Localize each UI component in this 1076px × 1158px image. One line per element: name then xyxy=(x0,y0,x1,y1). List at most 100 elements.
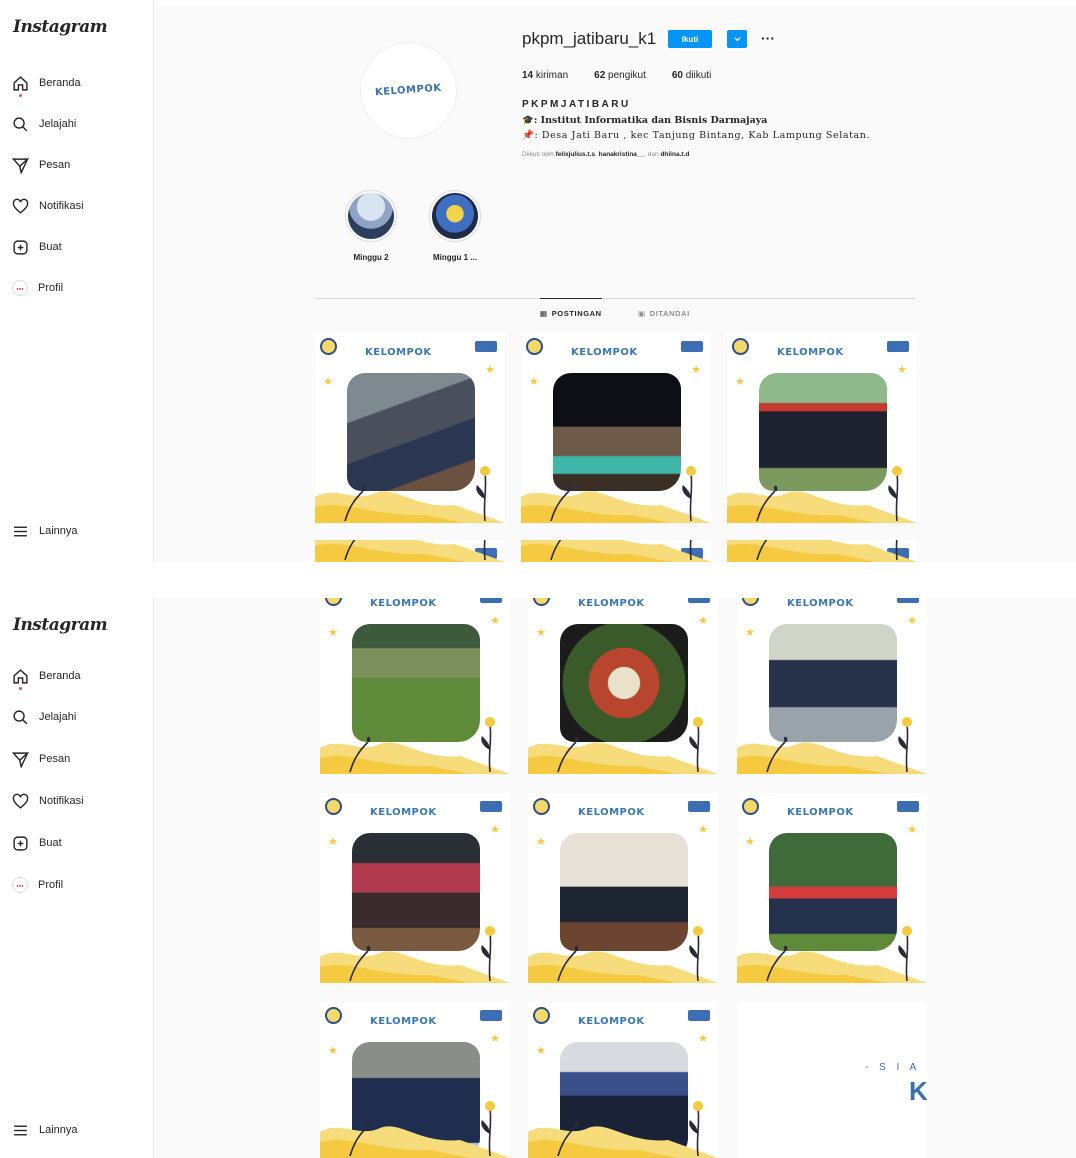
post-tile[interactable]: KELOMPOK ★ ★ xyxy=(528,793,718,983)
story-highlight[interactable]: Minggu 1 ... xyxy=(427,190,483,262)
sidebar-item-label: Profil xyxy=(38,879,64,891)
post-frame-title: KELOMPOK xyxy=(370,1016,437,1027)
followers-count[interactable]: 62 pengikut xyxy=(594,70,646,81)
search-icon xyxy=(12,709,29,726)
sidebar-item-lainnya[interactable]: Lainnya xyxy=(12,1119,78,1141)
star-icon: ★ xyxy=(698,1033,708,1045)
campus-logo-icon xyxy=(533,798,550,815)
bio-line-institution: 🎓: Institut Informatika dan Bisnis Darma… xyxy=(522,115,768,126)
kampus-merdeka-logo-icon xyxy=(688,598,710,603)
sidebar-item-jelajahi[interactable]: Jelajahi xyxy=(12,113,76,135)
highlight-ring xyxy=(429,190,481,242)
sidebar-item-lainnya[interactable]: Lainnya xyxy=(12,520,78,542)
post-frame-title: KELOMPOK xyxy=(578,598,645,609)
plant-decoration-icon xyxy=(481,1101,495,1156)
plant-decoration-icon xyxy=(476,466,490,521)
notification-dot xyxy=(19,686,22,690)
plant-decoration-icon xyxy=(689,1101,703,1156)
campus-logo-icon xyxy=(325,598,342,606)
star-icon: ★ xyxy=(698,824,708,836)
sidebar-item-pesan[interactable]: Pesan xyxy=(12,154,70,176)
kampus-merdeka-logo-icon xyxy=(887,341,909,352)
follow-button[interactable]: Ikuti xyxy=(668,30,712,48)
star-icon: ★ xyxy=(691,364,701,376)
sidebar: Instagram Beranda Jelajahi Pesan Notifik… xyxy=(0,0,154,562)
campus-logo-icon xyxy=(533,598,550,606)
send-icon xyxy=(12,157,29,174)
post-tile[interactable]: KELOMPOK ★ ★ xyxy=(315,333,505,523)
kampus-merdeka-logo-icon xyxy=(480,801,502,812)
bio-line-location: 📌: Desa Jati Baru , kec Tanjung Bintang,… xyxy=(522,130,871,141)
post-frame-title: KELOMPOK xyxy=(571,347,638,358)
post-tile[interactable]: KELOMPOK ★ ★ xyxy=(528,1002,718,1158)
sidebar-item-label: Buat xyxy=(39,241,62,253)
star-icon: ★ xyxy=(485,364,495,376)
more-options-button[interactable]: ··· xyxy=(757,29,779,47)
sidebar-item-label: Profil xyxy=(38,282,64,294)
sidebar-item-notifikasi[interactable]: Notifikasi xyxy=(12,195,84,217)
profile-stats: 14 kiriman 62 pengikut 60 diikuti xyxy=(522,70,711,81)
post-tile[interactable]: KELOMPOK ★ ★ xyxy=(737,793,927,983)
post-tile[interactable]: KELOMPOK ★ ★ xyxy=(727,333,917,523)
sidebar-item-jelajahi[interactable]: Jelajahi xyxy=(12,706,76,728)
sidebar-item-profil[interactable]: ●●● Profil xyxy=(12,277,63,299)
post-tile[interactable]: KELOMPOK ★ ★ xyxy=(727,540,917,562)
menu-icon xyxy=(12,523,29,540)
instagram-logo[interactable]: Instagram xyxy=(13,615,108,635)
post-tile[interactable]: KELOMPOK ★ ★ xyxy=(737,598,927,774)
post-tile[interactable]: KELOMPOK ★ ★ xyxy=(315,540,505,562)
campus-logo-icon xyxy=(325,798,342,815)
sidebar-item-beranda[interactable]: Beranda xyxy=(12,72,81,97)
campus-logo-icon xyxy=(533,1007,550,1024)
star-icon: ★ xyxy=(328,1045,338,1057)
tab-posts[interactable]: ▦ POSTINGAN xyxy=(540,298,602,328)
star-icon: ★ xyxy=(536,1045,546,1057)
post-frame-title: KELOMPOK xyxy=(578,1016,645,1027)
post-tile[interactable]: KELOMPOK ★ ★ xyxy=(320,793,510,983)
post-tile[interactable]: KELOMPOK ★ ★ xyxy=(528,598,718,774)
chevron-down-icon xyxy=(733,36,741,41)
sidebar-item-label: Lainnya xyxy=(39,1124,78,1136)
highlight-thumbnail xyxy=(348,193,394,239)
sidebar-item-buat[interactable]: Buat xyxy=(12,832,62,854)
post-tile[interactable]: KELOMPOK ★ ★ xyxy=(521,333,711,523)
profile-avatar-icon: ●●● xyxy=(12,877,28,893)
star-icon: ★ xyxy=(490,824,500,836)
sidebar-item-label: Beranda xyxy=(39,77,81,89)
campus-logo-icon xyxy=(526,338,543,355)
post-frame-title: KELOMPOK xyxy=(370,807,437,818)
sidebar-item-pesan[interactable]: Pesan xyxy=(12,748,70,770)
kampus-merdeka-logo-icon xyxy=(475,341,497,352)
plus-square-icon xyxy=(12,835,29,852)
star-icon: ★ xyxy=(323,376,333,388)
post-tile[interactable]: KELOMPOK ★ ★ xyxy=(320,1002,510,1158)
star-icon: ★ xyxy=(490,615,500,627)
sidebar-item-label: Jelajahi xyxy=(39,118,77,130)
tab-tagged[interactable]: ▣ DITANDAI xyxy=(638,298,690,328)
post-tile[interactable]: KELOMPOK ★ ★ xyxy=(521,540,711,562)
suggested-dropdown-button[interactable] xyxy=(727,30,747,48)
kampus-merdeka-logo-icon xyxy=(897,801,919,812)
sidebar-item-profil[interactable]: ●●● Profil xyxy=(12,874,63,896)
plant-decoration-icon xyxy=(483,540,486,560)
star-icon: ★ xyxy=(536,836,546,848)
sidebar-item-buat[interactable]: Buat xyxy=(12,236,62,258)
profile-picture[interactable]: KELOMPOK xyxy=(360,42,457,139)
star-icon: ★ xyxy=(897,364,907,376)
story-highlight[interactable]: Minggu 2 xyxy=(343,190,399,262)
campus-logo-icon xyxy=(742,598,759,606)
followed-by[interactable]: Diikuti oleh felixjulius.t.s, hanakristi… xyxy=(522,151,689,158)
posts-count: 14 kiriman xyxy=(522,70,569,81)
sidebar-item-beranda[interactable]: Beranda xyxy=(12,665,81,690)
plant-decoration-icon xyxy=(689,717,703,772)
star-icon: ★ xyxy=(745,836,755,848)
highlight-label: Minggu 1 ... xyxy=(433,253,477,262)
graduation-cap-icon: 🎓 xyxy=(522,115,534,126)
post-tile[interactable]: KELOMPOK ★ ★ xyxy=(320,598,510,774)
star-icon: ★ xyxy=(529,376,539,388)
following-count[interactable]: 60 diikuti xyxy=(672,70,711,81)
instagram-logo[interactable]: Instagram xyxy=(13,17,108,37)
sidebar-item-notifikasi[interactable]: Notifikasi xyxy=(12,790,84,812)
post-tile-partial[interactable]: - S I A K xyxy=(737,1002,927,1158)
post-frame-title: KELOMPOK xyxy=(370,598,437,609)
